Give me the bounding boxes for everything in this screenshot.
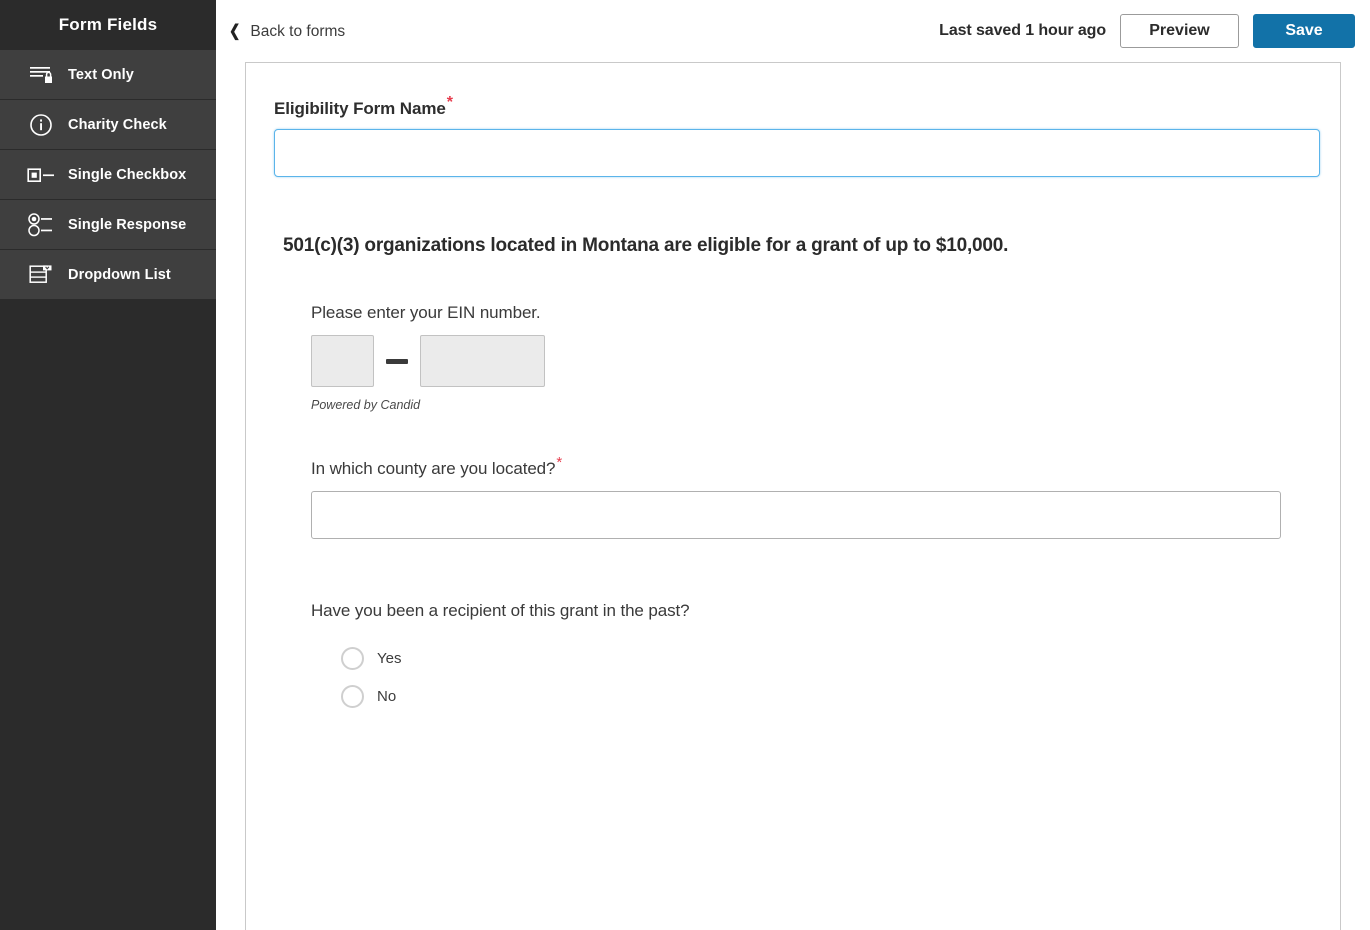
recipient-options: Yes No bbox=[341, 639, 1312, 715]
chevron-left-icon: ❮ bbox=[229, 24, 240, 40]
sidebar-title: Form Fields bbox=[0, 0, 216, 50]
sidebar-item-charity-check[interactable]: Charity Check bbox=[0, 100, 216, 150]
dropdown-list-icon bbox=[24, 264, 58, 286]
radio-option-label: No bbox=[377, 688, 396, 705]
back-to-forms-label: Back to forms bbox=[250, 23, 345, 41]
checkbox-icon bbox=[24, 167, 58, 183]
back-to-forms-link[interactable]: ❮ Back to forms bbox=[228, 21, 345, 41]
county-question-block: In which county are you located?* bbox=[311, 459, 1312, 539]
ein-prefix-input[interactable] bbox=[311, 335, 374, 387]
form-editor-card: Eligibility Form Name* 501(c)(3) organiz… bbox=[245, 62, 1341, 930]
save-button[interactable]: Save bbox=[1253, 14, 1355, 48]
sidebar-item-label: Single Checkbox bbox=[68, 167, 186, 183]
form-name-input[interactable] bbox=[274, 129, 1320, 177]
radio-circle-icon[interactable] bbox=[341, 685, 364, 708]
sidebar-item-single-response[interactable]: Single Response bbox=[0, 200, 216, 250]
radio-option-label: Yes bbox=[377, 650, 401, 667]
info-circle-icon bbox=[24, 113, 58, 137]
ein-suffix-input[interactable] bbox=[420, 335, 545, 387]
main-content: ❮ Back to forms Last saved 1 hour ago Pr… bbox=[216, 0, 1370, 930]
toolbar-actions: Last saved 1 hour ago Preview Save bbox=[939, 14, 1360, 48]
last-saved-status: Last saved 1 hour ago bbox=[939, 22, 1106, 40]
sidebar-item-label: Charity Check bbox=[68, 117, 167, 133]
eligibility-statement: 501(c)(3) organizations located in Monta… bbox=[283, 235, 1312, 257]
recipient-question-block: Have you been a recipient of this grant … bbox=[311, 601, 1312, 715]
ein-separator-dash bbox=[386, 359, 408, 364]
radio-group-icon bbox=[24, 213, 58, 237]
form-name-label-text: Eligibility Form Name bbox=[274, 99, 446, 118]
ein-question-block: Please enter your EIN number. Powered by… bbox=[311, 303, 1312, 412]
app-root: Form Fields Text Only bbox=[0, 0, 1370, 930]
sidebar-item-list: Text Only Charity Check bbox=[0, 50, 216, 300]
radio-option-no[interactable]: No bbox=[341, 677, 1312, 715]
top-toolbar: ❮ Back to forms Last saved 1 hour ago Pr… bbox=[216, 0, 1370, 62]
radio-option-yes[interactable]: Yes bbox=[341, 639, 1312, 677]
sidebar-item-dropdown-list[interactable]: Dropdown List bbox=[0, 250, 216, 300]
preview-button[interactable]: Preview bbox=[1120, 14, 1239, 48]
form-name-label: Eligibility Form Name* bbox=[274, 99, 1312, 119]
county-question-text: In which county are you located? bbox=[311, 459, 555, 478]
sidebar-item-single-checkbox[interactable]: Single Checkbox bbox=[0, 150, 216, 200]
sidebar-item-label: Text Only bbox=[68, 67, 134, 83]
county-input[interactable] bbox=[311, 491, 1281, 539]
sidebar: Form Fields Text Only bbox=[0, 0, 216, 930]
ein-question-label: Please enter your EIN number. bbox=[311, 303, 1312, 323]
required-marker: * bbox=[556, 454, 562, 471]
county-question-label: In which county are you located?* bbox=[311, 459, 1312, 479]
text-only-icon bbox=[24, 65, 58, 85]
sidebar-item-text-only[interactable]: Text Only bbox=[0, 50, 216, 100]
sidebar-item-label: Single Response bbox=[68, 217, 186, 233]
ein-input-row bbox=[311, 335, 1312, 387]
sidebar-item-label: Dropdown List bbox=[68, 267, 171, 283]
radio-circle-icon[interactable] bbox=[341, 647, 364, 670]
form-editor-body: Eligibility Form Name* 501(c)(3) organiz… bbox=[246, 63, 1340, 715]
recipient-question-label: Have you been a recipient of this grant … bbox=[311, 601, 1312, 621]
required-marker: * bbox=[447, 94, 453, 111]
candid-attribution: Powered by Candid bbox=[311, 398, 1312, 412]
